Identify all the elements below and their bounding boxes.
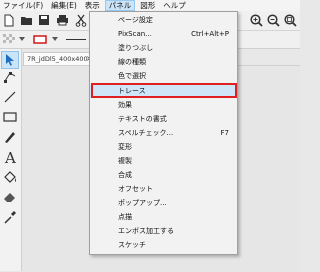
menu-item-sketch[interactable]: スケッチ — [90, 239, 237, 252]
zoom-fit-icon[interactable] — [284, 14, 297, 27]
panel-menu-dropdown: ページ設定 PixScan... Ctrl+Alt+P 塗りつぶし 線の種類 色で… — [89, 11, 238, 255]
menu-item-fill[interactable]: 塗りつぶし — [90, 42, 237, 55]
menu-item-text-format[interactable]: テキストの書式 — [90, 113, 237, 126]
menu-item-stipple[interactable]: 点描 — [90, 211, 237, 224]
node-tool[interactable] — [2, 69, 18, 85]
menu-item-combine[interactable]: 合成 — [90, 169, 237, 182]
menu-item-label: テキストの書式 — [118, 115, 167, 123]
save-icon[interactable] — [38, 14, 50, 26]
menu-item-label: 色で選択 — [118, 72, 146, 80]
rectangle-icon — [3, 112, 17, 122]
pen-icon — [5, 132, 15, 143]
menu-item-label: スケッチ — [118, 241, 146, 249]
menu-item-line-type[interactable]: 線の種類 — [90, 56, 237, 69]
menu-item-label: PixScan... — [118, 30, 152, 38]
menu-item-label: 線の種類 — [118, 58, 146, 66]
text-icon: A — [4, 149, 16, 167]
menu-item-page-setup[interactable]: ページ設定 — [90, 14, 237, 27]
menu-item-shortcut: Ctrl+Alt+P — [191, 30, 229, 38]
eyedropper-tool[interactable] — [2, 209, 18, 225]
fill-tool[interactable] — [2, 169, 18, 185]
menu-help[interactable]: ヘルプ — [160, 0, 189, 11]
eraser-tool[interactable] — [2, 189, 18, 205]
rectangle-tool[interactable] — [2, 109, 18, 125]
eyedropper-icon — [4, 211, 16, 224]
menu-item-label: エンボス加工する — [118, 227, 174, 235]
fill-dropdown-icon[interactable] — [19, 37, 25, 41]
tools-panel: A — [0, 49, 22, 271]
menu-item-select-by-color[interactable]: 色で選択 — [90, 70, 237, 83]
eraser-icon — [4, 193, 15, 202]
new-file-icon[interactable] — [3, 14, 15, 27]
paint-bucket-icon — [4, 171, 16, 183]
line-tool[interactable] — [2, 89, 18, 105]
zoom-in-icon[interactable] — [250, 14, 263, 27]
menu-item-label: 複製 — [118, 157, 132, 165]
menu-item-shortcut: F7 — [220, 129, 229, 137]
menu-edit[interactable]: 編集(E) — [48, 0, 80, 11]
menu-item-label: ポップアップ... — [118, 199, 167, 207]
pen-tool[interactable] — [2, 129, 18, 145]
menu-view[interactable]: 表示 — [82, 0, 103, 11]
menu-item-label: 合成 — [118, 171, 132, 179]
menu-item-offset[interactable]: オフセット — [90, 183, 237, 196]
arrow-pointer-icon — [6, 54, 14, 66]
menu-item-duplicate[interactable]: 複製 — [90, 155, 237, 168]
open-folder-icon[interactable] — [20, 15, 34, 26]
line-icon — [4, 91, 16, 103]
node-edit-icon — [4, 72, 16, 83]
menu-item-pixscan[interactable]: PixScan... Ctrl+Alt+P — [90, 28, 237, 41]
menu-item-label: 変形 — [118, 143, 132, 151]
menu-item-label: 効果 — [118, 101, 132, 109]
cut-icon[interactable] — [75, 14, 87, 27]
highlight-annotation-box — [91, 83, 237, 98]
menu-item-popup[interactable]: ポップアップ... — [90, 197, 237, 210]
menu-item-label: オフセット — [118, 185, 153, 193]
menu-item-spellcheck[interactable]: スペルチェック... F7 — [90, 127, 237, 140]
menu-item-label: ページ設定 — [118, 16, 153, 24]
menu-item-label: スペルチェック... — [118, 129, 174, 137]
menu-item-emboss[interactable]: エンボス加工する — [90, 225, 237, 238]
menu-shape[interactable]: 図形 — [137, 0, 158, 11]
fill-swatch-icon[interactable] — [3, 34, 15, 45]
svg-text:A: A — [4, 149, 16, 165]
text-tool[interactable]: A — [2, 149, 18, 167]
line-width-icon[interactable] — [66, 38, 86, 41]
menu-item-label: 点描 — [118, 213, 132, 221]
menu-item-effects[interactable]: 効果 — [90, 99, 237, 112]
stroke-dropdown-icon[interactable] — [52, 37, 58, 41]
stroke-color-swatch[interactable] — [33, 35, 47, 44]
menu-item-label: 塗りつぶし — [118, 44, 154, 52]
select-tool[interactable] — [1, 51, 19, 69]
zoom-out-icon[interactable] — [267, 14, 280, 27]
menu-file[interactable]: ファイル(F) — [0, 0, 46, 11]
menu-panel[interactable]: パネル — [104, 0, 136, 11]
menu-item-transform[interactable]: 変形 — [90, 141, 237, 154]
print-icon[interactable] — [56, 14, 69, 26]
menu-bar: ファイル(F) 編集(E) 表示 パネル 図形 ヘルプ — [0, 0, 300, 11]
